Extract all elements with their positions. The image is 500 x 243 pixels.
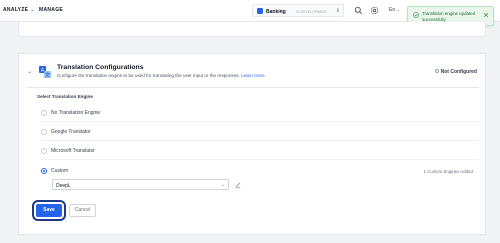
edit-icon[interactable]: [235, 181, 241, 188]
radio-button-selected[interactable]: [41, 168, 47, 174]
settings-icon[interactable]: [370, 6, 379, 15]
custom-engines-count: 1 Custom Engines Added: [423, 169, 473, 174]
description-text: Configure the translation engine to be u…: [57, 73, 240, 78]
option-label: Custom: [51, 168, 69, 174]
nav-analyze-label: ANALYZE: [3, 7, 29, 13]
status-text: Not Configured: [440, 69, 477, 75]
section-description: Configure the translation engine to be u…: [57, 73, 265, 78]
option-label: Microsoft Translator: [51, 148, 95, 154]
success-check-icon: [413, 12, 419, 18]
previous-section-panel: [18, 22, 486, 37]
option-no-translation-engine[interactable]: No Translation Engine: [41, 108, 479, 120]
option-label: No Translation Engine: [51, 110, 101, 116]
svg-text:文: 文: [45, 72, 50, 79]
save-button[interactable]: Save: [32, 200, 66, 221]
search-icon[interactable]: [354, 6, 363, 15]
app-logo-icon: [257, 8, 263, 14]
translation-config-panel: ⌄ A 文 Translation Configurations Configu…: [18, 53, 486, 235]
chevron-down-icon: ⌄: [396, 7, 401, 13]
app-name: Banking: [266, 8, 286, 15]
cancel-button[interactable]: Cancel: [69, 204, 96, 217]
radio-button[interactable]: [41, 110, 47, 116]
radio-button[interactable]: [41, 148, 47, 154]
divider: [41, 159, 479, 160]
divider: [27, 87, 479, 88]
chevron-down-icon: ⌄: [30, 7, 35, 13]
app-switcher[interactable]: Banking IN DEVELOPMENT ⇕: [252, 4, 344, 17]
language-label: En: [389, 7, 396, 13]
custom-engine-select[interactable]: DeepL ⌄: [52, 179, 229, 190]
translation-icon: A 文: [39, 66, 51, 79]
divider: [41, 140, 479, 141]
language-selector[interactable]: En⌄: [389, 7, 400, 13]
nav-manage[interactable]: MANAGE: [39, 7, 63, 13]
option-google-translator[interactable]: Google Translator: [41, 127, 479, 139]
option-label: Google Translator: [51, 129, 91, 135]
engine-group-label: Select Translation Engine: [37, 94, 93, 99]
option-custom[interactable]: Custom: [41, 166, 479, 178]
chevron-updown-icon: ⇕: [335, 7, 340, 14]
nav-analyze[interactable]: ANALYZE ⌄: [3, 7, 35, 13]
learn-more-link[interactable]: Learn more: [241, 73, 265, 78]
section-title: Translation Configurations: [57, 64, 144, 71]
status-badge: Not Configured: [434, 69, 477, 75]
select-value: DeepL: [56, 182, 71, 189]
close-icon[interactable]: [483, 12, 489, 18]
status-dot-icon: [434, 69, 439, 74]
radio-button[interactable]: [41, 129, 47, 135]
option-microsoft-translator[interactable]: Microsoft Translator: [41, 146, 479, 158]
chevron-down-icon[interactable]: ⌄: [27, 68, 32, 75]
divider: [41, 121, 479, 122]
environment-label: IN DEVELOPMENT: [296, 9, 327, 14]
chevron-down-icon: ⌄: [220, 181, 225, 188]
toast-message: Translation engine updated successfully: [422, 11, 476, 22]
